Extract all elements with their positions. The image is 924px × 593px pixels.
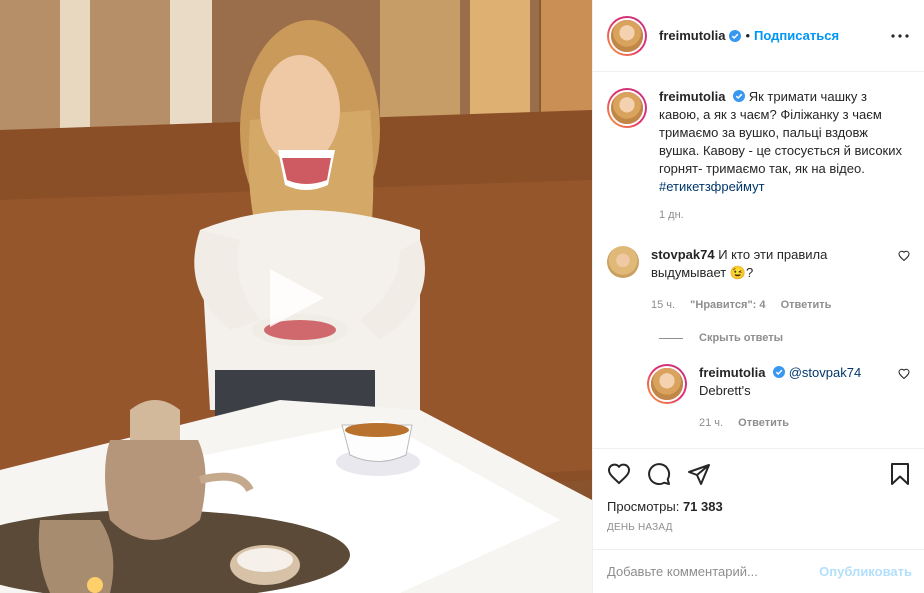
reply-text: Debrett's xyxy=(699,383,751,398)
reply-mention[interactable]: @stovpak74 xyxy=(789,365,861,380)
follow-button[interactable]: Подписаться xyxy=(754,28,839,43)
share-icon[interactable] xyxy=(687,462,711,486)
views-label: Просмотры: xyxy=(607,499,680,514)
bookmark-icon[interactable] xyxy=(888,462,912,486)
heart-icon[interactable] xyxy=(898,250,910,262)
post-date[interactable]: ДЕНЬ НАЗАД xyxy=(607,522,912,533)
reply-reply-button[interactable]: Ответить xyxy=(738,417,789,429)
comment-input[interactable] xyxy=(607,564,820,579)
caption-avatar[interactable] xyxy=(607,88,647,128)
hide-replies-label: Скрыть ответы xyxy=(699,332,783,344)
comment-likes[interactable]: "Нравится": 4 xyxy=(690,299,765,311)
play-icon[interactable] xyxy=(262,265,328,331)
comment-item: stovpak74 И кто эти правила выдумывает 😉… xyxy=(607,246,910,314)
author-avatar[interactable] xyxy=(607,15,647,56)
post-details-panel: freimutolia • Подписаться freimutolia Як… xyxy=(592,0,924,593)
verified-icon xyxy=(733,90,746,102)
comment-username[interactable]: stovpak74 xyxy=(651,247,715,262)
comment-icon[interactable] xyxy=(647,462,671,486)
caption-username[interactable]: freimutolia xyxy=(659,89,725,104)
separator-dot: • xyxy=(745,28,751,43)
caption-age[interactable]: 1 дн. xyxy=(659,209,684,221)
comment-composer: Опубликовать xyxy=(593,549,924,593)
post-header: freimutolia • Подписаться xyxy=(593,0,924,72)
views-count[interactable]: Просмотры: 71 383 xyxy=(607,499,912,514)
views-number: 71 383 xyxy=(682,499,723,514)
verified-icon xyxy=(773,366,786,378)
reply-username[interactable]: freimutolia xyxy=(699,365,765,380)
post-media[interactable] xyxy=(0,0,592,593)
commenter-avatar[interactable] xyxy=(607,246,639,278)
caption: freimutolia Як тримати чашку з кавою, а … xyxy=(607,88,910,224)
post-actions: Просмотры: 71 383 ДЕНЬ НАЗАД xyxy=(593,448,924,533)
reply-avatar[interactable] xyxy=(647,364,687,404)
reply-item: freimutolia @stovpak74 Debrett's 21 ч. О… xyxy=(647,364,910,432)
hide-replies-line xyxy=(659,337,683,339)
publish-button[interactable]: Опубликовать xyxy=(819,564,912,579)
heart-icon[interactable] xyxy=(607,462,631,486)
verified-icon xyxy=(729,29,742,42)
caption-hashtag[interactable]: #етикетзфреймут xyxy=(659,179,765,194)
reply-time[interactable]: 21 ч. xyxy=(699,417,723,429)
author-username[interactable]: freimutolia xyxy=(659,28,725,43)
hide-replies-button[interactable]: Скрыть ответы xyxy=(659,332,910,344)
comment-reply-button[interactable]: Ответить xyxy=(781,299,832,311)
comments-list[interactable]: freimutolia Як тримати чашку з кавою, а … xyxy=(593,72,924,448)
heart-icon[interactable] xyxy=(898,368,910,380)
more-icon[interactable] xyxy=(888,24,912,48)
comment-time[interactable]: 15 ч. xyxy=(651,299,675,311)
